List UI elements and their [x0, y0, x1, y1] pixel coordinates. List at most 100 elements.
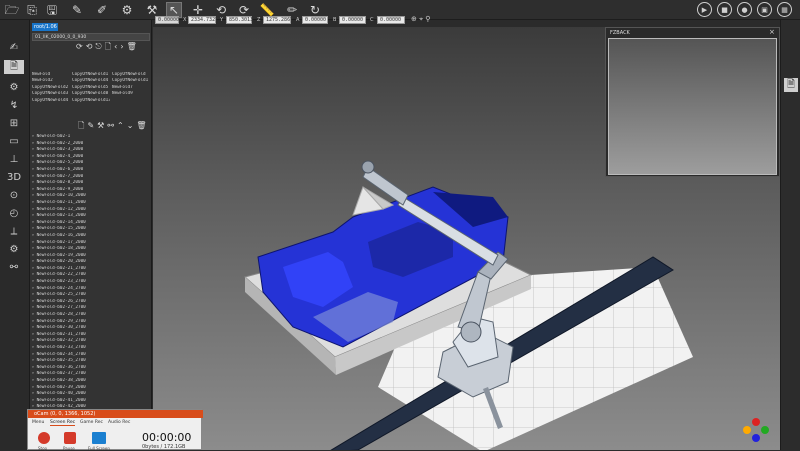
target-icon[interactable]: ⊙: [4, 188, 24, 202]
expand-arrow-icon[interactable]: ▸: [32, 200, 35, 205]
tree-item[interactable]: ▸ NewFold-b02-14_2000: [32, 220, 150, 227]
refresh-icon[interactable]: ⟳: [76, 42, 83, 52]
link-icon[interactable]: ⎋: [95, 42, 101, 52]
expand-arrow-icon[interactable]: ▸: [32, 160, 35, 165]
tree-item[interactable]: ▸ NewFold-b02-17_2000: [32, 240, 150, 247]
tree-item[interactable]: ▸ NewFold-b02-21_2700: [32, 266, 150, 273]
expand-arrow-icon[interactable]: ▸: [32, 246, 35, 251]
fold-name[interactable]: CopyOfNewFold4: [32, 98, 70, 104]
expand-arrow-icon[interactable]: ▸: [32, 391, 35, 396]
tcp-icon[interactable]: ⊥: [4, 152, 24, 166]
tree-item[interactable]: ▸ NewFold-b02-19_2000: [32, 253, 150, 260]
new-icon[interactable]: 🗋: [78, 121, 84, 131]
tree-item[interactable]: ▸ NewFold-b02-33_2700: [32, 345, 150, 352]
prev-icon[interactable]: ‹: [114, 42, 117, 52]
sync-icon[interactable]: ⟲: [86, 42, 93, 52]
tab-screen-rec[interactable]: Screen Rec: [50, 420, 76, 426]
tree-item[interactable]: ▸ NewFold-b02-41_2000: [32, 398, 150, 405]
expand-arrow-icon[interactable]: ▸: [32, 338, 35, 343]
expand-arrow-icon[interactable]: ▸: [32, 253, 35, 258]
tree-item[interactable]: ▸ NewFold-b02-29_2700: [32, 319, 150, 326]
tree-item[interactable]: ▸ NewFold-b02-31_2700: [32, 332, 150, 339]
expand-arrow-icon[interactable]: ▸: [32, 259, 35, 264]
fold-name[interactable]: NewFold9: [112, 91, 150, 97]
expand-arrow-icon[interactable]: ▸: [32, 141, 35, 146]
tool-edit-icon[interactable]: ✎: [69, 2, 85, 18]
tree-item[interactable]: ▸ NewFold-b02-20_2000: [32, 259, 150, 266]
document-icon[interactable]: 🗎: [784, 78, 798, 92]
tree-item[interactable]: ▸ NewFold-b02-39_2000: [32, 385, 150, 392]
tree-item[interactable]: ▸ NewFold-b02-26_2700: [32, 299, 150, 306]
tree-item[interactable]: ▸ NewFold-b02-5_2000: [32, 160, 150, 167]
expand-arrow-icon[interactable]: ▸: [32, 207, 35, 212]
expand-arrow-icon[interactable]: ▸: [32, 279, 35, 284]
document-icon[interactable]: 🗎: [4, 60, 24, 74]
expand-arrow-icon[interactable]: ▸: [32, 226, 35, 231]
expand-arrow-icon[interactable]: ▸: [32, 385, 35, 390]
tree-item[interactable]: ▸ NewFold-b02-22_2700: [32, 272, 150, 279]
expand-arrow-icon[interactable]: ▸: [32, 174, 35, 179]
coord-field-b[interactable]: 0.00000: [339, 16, 366, 24]
expand-icon[interactable]: ⌄: [127, 121, 134, 131]
tree-item[interactable]: ▸ NewFold-b02-23_2700: [32, 279, 150, 286]
tree-item[interactable]: ▸ NewFold-b02-18_2000: [32, 246, 150, 253]
folder-icon[interactable]: 🗁: [4, 2, 20, 18]
expand-arrow-icon[interactable]: ▸: [32, 167, 35, 172]
tree-item[interactable]: ▸ NewFold-b02-3_2000: [32, 147, 150, 154]
expand-arrow-icon[interactable]: ▸: [32, 292, 35, 297]
tree-item[interactable]: ▸ NewFold-b02-40_2000: [32, 391, 150, 398]
sketch-icon[interactable]: ✍: [4, 40, 24, 54]
grid-icon[interactable]: ▦: [777, 2, 792, 17]
monitor-icon[interactable]: ▭: [4, 134, 24, 148]
path-icon[interactable]: ↯: [4, 98, 24, 112]
tree-item[interactable]: ▸ NewFold-b02-28_2700: [32, 312, 150, 319]
delete-icon[interactable]: 🗑: [136, 121, 146, 131]
tab-game-rec[interactable]: Game Rec: [80, 420, 103, 425]
coord-field-y[interactable]: 850.3013: [226, 16, 253, 24]
coord-field-c[interactable]: 0.00000: [377, 16, 405, 24]
expand-arrow-icon[interactable]: ▸: [32, 154, 35, 159]
tree-item[interactable]: ▸ NewFold-b02-36_2700: [32, 365, 150, 372]
close-icon[interactable]: ×: [769, 28, 775, 36]
play-icon[interactable]: ▶: [697, 2, 712, 17]
collapse-icon[interactable]: ⌃: [117, 121, 124, 131]
link-icon[interactable]: ⚯: [4, 260, 24, 274]
fullscreen-button[interactable]: [92, 432, 106, 444]
coord-field-1[interactable]: 0.00000: [155, 16, 179, 24]
snap-icon[interactable]: ⊕ ⌖ ⚲: [411, 15, 430, 24]
expand-arrow-icon[interactable]: ▸: [32, 180, 35, 185]
expand-arrow-icon[interactable]: ▸: [32, 398, 35, 403]
tree-item[interactable]: ▸ NewFold-b02-25_2700: [32, 292, 150, 299]
chart-icon[interactable]: ◴: [4, 206, 24, 220]
stop-icon[interactable]: ■: [717, 2, 732, 17]
panel-tab[interactable]: root/1.06: [32, 23, 58, 31]
expand-arrow-icon[interactable]: ▸: [32, 365, 35, 370]
robot-icon[interactable]: ⚙: [4, 80, 24, 94]
expand-arrow-icon[interactable]: ▸: [32, 319, 35, 324]
tab-menu[interactable]: Menu: [32, 420, 44, 425]
save-icon[interactable]: 🖫: [44, 2, 60, 18]
expand-arrow-icon[interactable]: ▸: [32, 272, 35, 277]
robot-link-icon[interactable]: ⚙: [119, 2, 135, 18]
expand-arrow-icon[interactable]: ▸: [32, 240, 35, 245]
tree-item[interactable]: ▸ NewFold-b02-24_2700: [32, 286, 150, 293]
tree-item[interactable]: ▸ NewFold-b02-8_2000: [32, 180, 150, 187]
expand-arrow-icon[interactable]: ▸: [32, 193, 35, 198]
tree-item[interactable]: ▸ NewFold-b02-27_2700: [32, 305, 150, 312]
expand-arrow-icon[interactable]: ▸: [32, 345, 35, 350]
tree-item[interactable]: ▸ NewFold-b02-30_2700: [32, 325, 150, 332]
tree-item[interactable]: ▸ NewFold-b02-9_2000: [32, 187, 150, 194]
expand-arrow-icon[interactable]: ▸: [32, 378, 35, 383]
expand-arrow-icon[interactable]: ▸: [32, 325, 35, 330]
stop-button[interactable]: [38, 432, 50, 444]
tree-item[interactable]: ▸ NewFold-b02-38_2000: [32, 378, 150, 385]
link-icon[interactable]: ⚯: [107, 121, 114, 131]
expand-arrow-icon[interactable]: ▸: [32, 332, 35, 337]
tree-item[interactable]: ▸ NewFold-b02-37_2700: [32, 371, 150, 378]
expand-arrow-icon[interactable]: ▸: [32, 371, 35, 376]
tab-audio-rec[interactable]: Audio Rec: [108, 420, 130, 425]
next-icon[interactable]: ›: [120, 42, 123, 52]
pause-button[interactable]: [64, 432, 76, 444]
expand-arrow-icon[interactable]: ▸: [32, 233, 35, 238]
delete-icon[interactable]: 🗑: [127, 42, 137, 52]
